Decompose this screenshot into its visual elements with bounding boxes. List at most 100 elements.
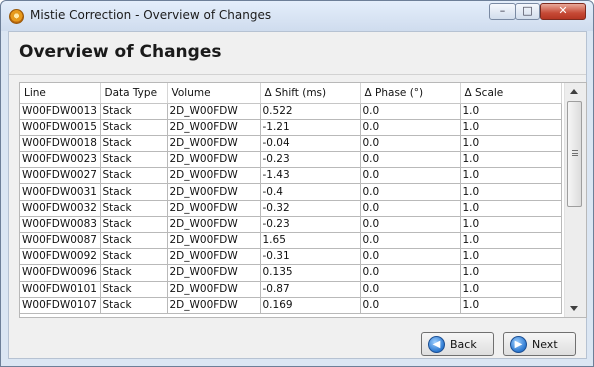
table-row[interactable]: W00FDW0087 Stack 2D_W00FDW 1.65 0.0 1.0 <box>20 232 562 250</box>
back-button[interactable]: ◀ Back <box>421 332 494 356</box>
table-cell[interactable]: W00FDW0027 <box>20 167 101 185</box>
table-cell[interactable]: 0.0 <box>360 167 461 185</box>
table-row[interactable]: W00FDW0096 Stack 2D_W00FDW 0.135 0.0 1.0 <box>20 264 562 282</box>
title-bar[interactable]: Mistie Correction - Overview of Changes … <box>1 1 593 31</box>
table-cell[interactable]: Stack <box>100 264 168 282</box>
table-cell[interactable]: 0.0 <box>360 135 461 153</box>
table-cell[interactable]: W00FDW0083 <box>20 216 101 234</box>
table-row[interactable]: W00FDW0032 Stack 2D_W00FDW -0.32 0.0 1.0 <box>20 200 562 217</box>
table-cell[interactable]: 2D_W00FDW <box>167 200 261 217</box>
table-cell[interactable]: W00FDW0015 <box>20 119 101 136</box>
table-cell[interactable]: -0.23 <box>260 216 361 234</box>
table-cell[interactable]: 0.0 <box>360 119 461 136</box>
table-cell[interactable]: W00FDW0107 <box>20 297 101 314</box>
table-cell[interactable]: 2D_W00FDW <box>167 167 261 185</box>
table-cell[interactable]: -1.21 <box>260 119 361 136</box>
table-cell[interactable]: 2D_W00FDW <box>167 216 261 234</box>
column-header[interactable]: Volume <box>167 83 261 104</box>
vertical-scrollbar[interactable] <box>564 83 586 317</box>
column-header[interactable]: Δ Phase (°) <box>360 83 461 104</box>
table-row[interactable]: W00FDW0018 Stack 2D_W00FDW -0.04 0.0 1.0 <box>20 135 562 153</box>
table-row[interactable]: W00FDW0015 Stack 2D_W00FDW -1.21 0.0 1.0 <box>20 119 562 136</box>
table-cell[interactable]: 0.169 <box>260 297 361 314</box>
table-cell[interactable]: Stack <box>100 200 168 217</box>
table-row[interactable]: W00FDW0092 Stack 2D_W00FDW -0.31 0.0 1.0 <box>20 248 562 266</box>
table-cell[interactable]: 2D_W00FDW <box>167 151 261 169</box>
table-cell[interactable]: 1.0 <box>460 232 562 250</box>
column-header[interactable]: Δ Scale <box>460 83 562 104</box>
table-cell[interactable]: 0.0 <box>360 248 461 266</box>
table-cell[interactable]: 1.0 <box>460 151 562 169</box>
table-cell[interactable]: 1.0 <box>460 200 562 217</box>
column-header[interactable]: Line <box>20 83 101 104</box>
table-cell[interactable]: 1.0 <box>460 264 562 282</box>
minimize-button[interactable]: – <box>489 3 516 20</box>
table-cell[interactable]: Stack <box>100 167 168 185</box>
table-cell[interactable]: 0.0 <box>360 264 461 282</box>
table-cell[interactable]: W00FDW0101 <box>20 281 101 298</box>
table-cell[interactable]: 0.0 <box>360 216 461 234</box>
table-cell[interactable]: 2D_W00FDW <box>167 281 261 298</box>
table-cell[interactable]: 2D_W00FDW <box>167 135 261 153</box>
table-cell[interactable]: -1.43 <box>260 167 361 185</box>
next-button[interactable]: ▶ Next <box>503 332 576 356</box>
table-cell[interactable]: -0.04 <box>260 135 361 153</box>
table-cell[interactable]: 1.0 <box>460 135 562 153</box>
table-cell[interactable]: 2D_W00FDW <box>167 297 261 314</box>
column-header[interactable]: Data Type <box>100 83 168 104</box>
table-cell[interactable]: Stack <box>100 103 168 120</box>
table-row[interactable]: W00FDW0027 Stack 2D_W00FDW -1.43 0.0 1.0 <box>20 167 562 185</box>
table-cell[interactable]: Stack <box>100 232 168 250</box>
table-cell[interactable]: Stack <box>100 135 168 153</box>
table-row[interactable]: W00FDW0083 Stack 2D_W00FDW -0.23 0.0 1.0 <box>20 216 562 234</box>
table-cell[interactable]: Stack <box>100 119 168 136</box>
scroll-down-arrow-icon[interactable] <box>570 306 578 311</box>
table-cell[interactable]: -0.4 <box>260 183 361 201</box>
table-cell[interactable]: W00FDW0023 <box>20 151 101 169</box>
maximize-button[interactable]: □ <box>515 3 540 20</box>
table-cell[interactable]: -0.87 <box>260 281 361 298</box>
table-row[interactable]: W00FDW0101 Stack 2D_W00FDW -0.87 0.0 1.0 <box>20 281 562 298</box>
table-cell[interactable]: 0.0 <box>360 232 461 250</box>
table-cell[interactable]: W00FDW0018 <box>20 135 101 153</box>
table-cell[interactable]: 2D_W00FDW <box>167 264 261 282</box>
table-row[interactable]: W00FDW0023 Stack 2D_W00FDW -0.23 0.0 1.0 <box>20 151 562 169</box>
table-cell[interactable]: Stack <box>100 281 168 298</box>
table-cell[interactable]: 0.0 <box>360 183 461 201</box>
table-cell[interactable]: 1.0 <box>460 103 562 120</box>
table-row[interactable]: W00FDW0107 Stack 2D_W00FDW 0.169 0.0 1.0 <box>20 297 562 314</box>
table-cell[interactable]: W00FDW0096 <box>20 264 101 282</box>
table-cell[interactable]: -0.31 <box>260 248 361 266</box>
table-cell[interactable]: 1.0 <box>460 167 562 185</box>
table-cell[interactable]: 0.0 <box>360 151 461 169</box>
table-cell[interactable]: 0.522 <box>260 103 361 120</box>
table-cell[interactable]: Stack <box>100 183 168 201</box>
table-cell[interactable]: W00FDW0032 <box>20 200 101 217</box>
table-cell[interactable]: 1.0 <box>460 119 562 136</box>
table-cell[interactable]: W00FDW0031 <box>20 183 101 201</box>
table-cell[interactable]: 0.135 <box>260 264 361 282</box>
table-cell[interactable]: 0.0 <box>360 297 461 314</box>
table-cell[interactable]: 2D_W00FDW <box>167 248 261 266</box>
table-cell[interactable]: 1.0 <box>460 248 562 266</box>
table-cell[interactable]: 0.0 <box>360 281 461 298</box>
table-cell[interactable]: 2D_W00FDW <box>167 119 261 136</box>
table-cell[interactable]: 2D_W00FDW <box>167 232 261 250</box>
table-cell[interactable]: W00FDW0092 <box>20 248 101 266</box>
table-cell[interactable]: 1.0 <box>460 297 562 314</box>
table-cell[interactable]: 0.0 <box>360 103 461 120</box>
table-row[interactable]: W00FDW0013 Stack 2D_W00FDW 0.522 0.0 1.0 <box>20 103 562 120</box>
table-cell[interactable]: 1.65 <box>260 232 361 250</box>
close-button[interactable]: ✕ <box>540 3 586 20</box>
table-cell[interactable]: 0.0 <box>360 200 461 217</box>
column-header[interactable]: Δ Shift (ms) <box>260 83 361 104</box>
table-cell[interactable]: Stack <box>100 248 168 266</box>
table-cell[interactable]: -0.23 <box>260 151 361 169</box>
table-row[interactable]: W00FDW0031 Stack 2D_W00FDW -0.4 0.0 1.0 <box>20 183 562 201</box>
table-cell[interactable]: Stack <box>100 297 168 314</box>
table-cell[interactable]: W00FDW0013 <box>20 103 101 120</box>
table-cell[interactable]: 1.0 <box>460 183 562 201</box>
table-cell[interactable]: 2D_W00FDW <box>167 103 261 120</box>
scrollbar-thumb[interactable] <box>567 101 582 207</box>
table-cell[interactable]: 1.0 <box>460 216 562 234</box>
